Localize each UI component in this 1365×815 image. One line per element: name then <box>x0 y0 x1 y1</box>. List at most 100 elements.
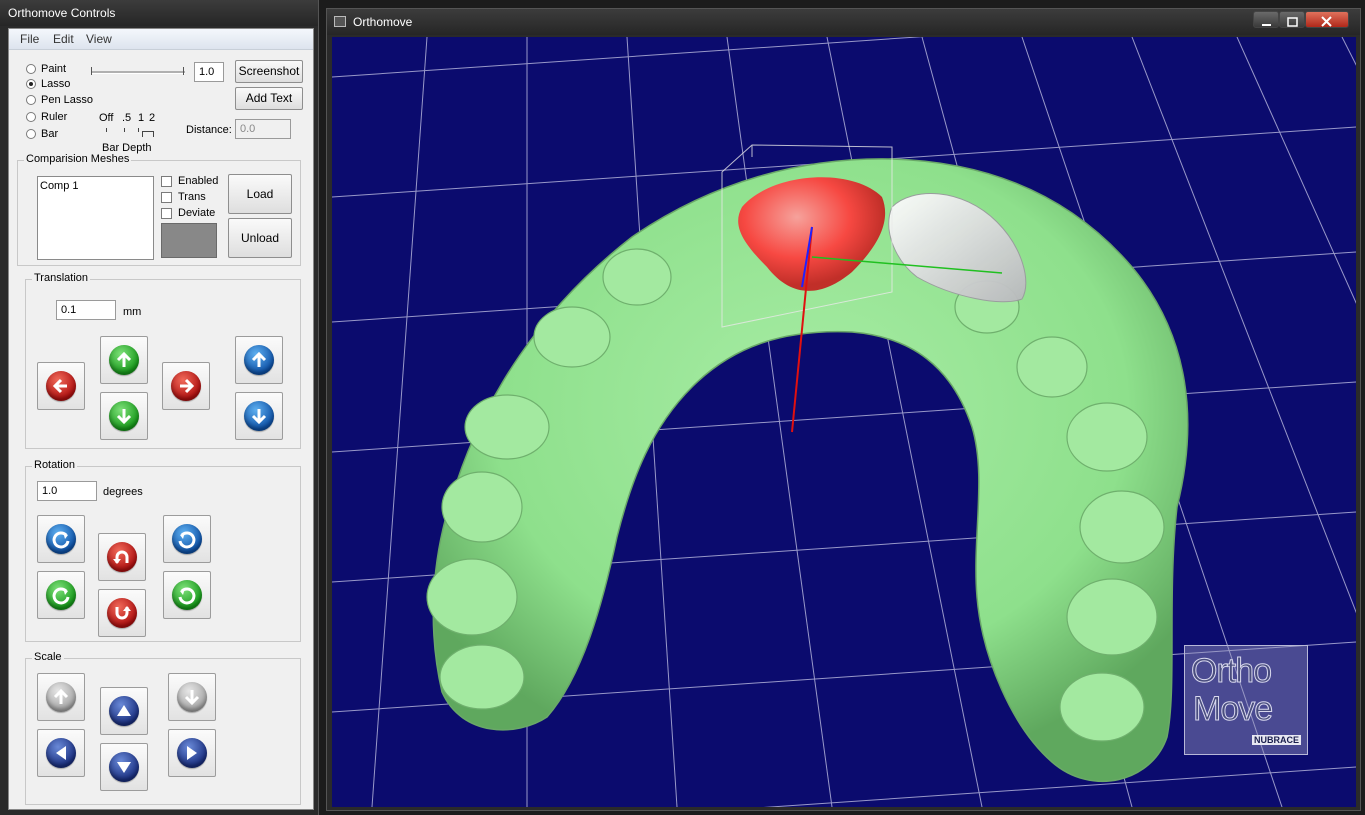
radio-lasso-label: Lasso <box>41 78 71 90</box>
radio-ruler[interactable] <box>26 112 36 122</box>
minimize-icon[interactable] <box>1253 11 1279 28</box>
translate-forward-button[interactable] <box>235 336 283 384</box>
enabled-label: Enabled <box>178 175 219 187</box>
trans-label: Trans <box>178 191 206 203</box>
scale-title: Scale <box>32 651 64 663</box>
triangle-right-icon <box>187 746 197 760</box>
translate-right-button[interactable] <box>162 362 210 410</box>
triangle-left-icon <box>56 746 66 760</box>
menu-bar: File Edit View <box>9 29 313 50</box>
load-button[interactable]: Load <box>228 174 292 214</box>
translation-step-field[interactable] <box>56 300 116 320</box>
maximize-icon[interactable] <box>1279 11 1305 28</box>
translation-title: Translation <box>32 272 91 284</box>
scale-group: Scale <box>25 651 301 805</box>
menu-edit[interactable]: Edit <box>53 32 74 46</box>
translate-up-button[interactable] <box>100 336 148 384</box>
logo-brand: NUBRACE <box>1252 735 1301 745</box>
rotate-ccw-icon <box>178 531 196 549</box>
rotate-cw-icon <box>52 531 70 549</box>
translate-down-button[interactable] <box>100 392 148 440</box>
list-item[interactable]: Comp 1 <box>40 180 79 192</box>
comparison-mesh-list[interactable]: Comp 1 <box>37 176 154 260</box>
menu-file[interactable]: File <box>20 32 39 46</box>
bar-depth-slider[interactable] <box>106 125 156 137</box>
radio-bar-label: Bar <box>41 128 59 140</box>
triangle-up-icon <box>117 705 131 716</box>
rotate-down-z-button[interactable] <box>98 589 146 637</box>
scale-left-button[interactable] <box>37 729 85 777</box>
rotate-flip-down-icon <box>115 606 131 620</box>
radio-lasso[interactable] <box>26 79 36 89</box>
rotation-unit-label: degrees <box>103 486 143 498</box>
mesh-color-swatch[interactable] <box>161 223 217 258</box>
radio-paint[interactable] <box>26 64 36 74</box>
deviate-checkbox[interactable] <box>161 208 172 219</box>
trans-checkbox[interactable] <box>161 192 172 203</box>
grid-line <box>826 37 983 807</box>
grid-line <box>763 766 1356 807</box>
orthomove-window-title: Orthomove <box>353 15 413 29</box>
arrow-up-icon <box>53 688 69 704</box>
translate-left-button[interactable] <box>37 362 85 410</box>
bar-depth-tick-off: Off <box>99 112 114 124</box>
bar-depth-tick-2: 2 <box>149 112 156 124</box>
rotation-title: Rotation <box>32 459 77 471</box>
rotate-cw-y-button[interactable] <box>37 571 85 619</box>
brush-size-slider[interactable] <box>91 67 185 77</box>
grid-line <box>1341 37 1356 66</box>
translation-group: Translation mm <box>25 272 301 449</box>
controls-titlebar[interactable]: Orthomove Controls <box>0 0 318 26</box>
unload-button[interactable]: Unload <box>228 218 292 258</box>
orthomove-window: Orthomove Ortho Move NUBRACE <box>326 8 1361 811</box>
arrow-down-icon <box>184 690 200 706</box>
arrow-up-icon <box>116 351 132 367</box>
translate-back-button[interactable] <box>235 392 283 440</box>
rotate-ccw-y-button[interactable] <box>163 571 211 619</box>
comparison-meshes-title: Comparision Meshes <box>24 153 132 165</box>
controls-window: Orthomove Controls File Edit View Paint … <box>0 0 319 815</box>
radio-pen-lasso[interactable] <box>26 95 36 105</box>
arrow-up-icon <box>251 351 267 367</box>
rotate-cw-icon <box>52 587 70 605</box>
translation-unit-label: mm <box>123 306 142 318</box>
screenshot-button[interactable]: Screenshot <box>235 60 303 83</box>
rotate-cw-x-button[interactable] <box>37 515 85 563</box>
orthomove-titlebar[interactable]: Orthomove <box>327 9 1360 35</box>
brush-size-field[interactable] <box>194 62 224 82</box>
arrow-left-icon <box>52 378 67 394</box>
radio-ruler-label: Ruler <box>41 111 68 123</box>
rotate-up-z-button[interactable] <box>98 533 146 581</box>
logo-line-1: Ortho <box>1190 652 1272 691</box>
grid-line <box>332 37 925 78</box>
grid-line <box>726 37 833 807</box>
controls-window-title: Orthomove Controls <box>8 6 116 20</box>
enabled-checkbox[interactable] <box>161 176 172 187</box>
scale-down-button[interactable] <box>168 673 216 721</box>
rotation-step-field[interactable] <box>37 481 97 501</box>
deviate-label: Deviate <box>178 207 216 219</box>
rotation-group: Rotation degrees <box>25 459 301 642</box>
3d-viewport[interactable]: Ortho Move NUBRACE <box>332 37 1356 807</box>
logo-line-2: Move <box>1192 690 1273 729</box>
scale-decrease-button[interactable] <box>100 743 148 791</box>
radio-bar[interactable] <box>26 129 36 139</box>
scale-increase-button[interactable] <box>100 687 148 735</box>
radio-pen-lasso-label: Pen Lasso <box>41 94 93 106</box>
orthomove-logo: Ortho Move NUBRACE <box>1184 645 1308 755</box>
app-icon <box>334 16 346 27</box>
arrow-down-icon <box>116 409 132 425</box>
arrow-right-icon <box>180 378 195 394</box>
controls-panel: File Edit View Paint Lasso Pen Lasso Rul… <box>8 28 314 810</box>
menu-view[interactable]: View <box>86 32 112 46</box>
scale-right-button[interactable] <box>168 729 216 777</box>
distance-field <box>235 119 291 139</box>
rotate-ccw-x-button[interactable] <box>163 515 211 563</box>
triangle-down-icon <box>117 762 131 773</box>
comparison-meshes-group: Comparision Meshes Comp 1 Enabled Trans … <box>17 153 301 266</box>
rotate-ccw-icon <box>178 587 196 605</box>
add-text-button[interactable]: Add Text <box>235 87 303 110</box>
close-icon[interactable] <box>1305 11 1349 28</box>
scale-up-button[interactable] <box>37 673 85 721</box>
distance-label: Distance: <box>186 124 232 136</box>
